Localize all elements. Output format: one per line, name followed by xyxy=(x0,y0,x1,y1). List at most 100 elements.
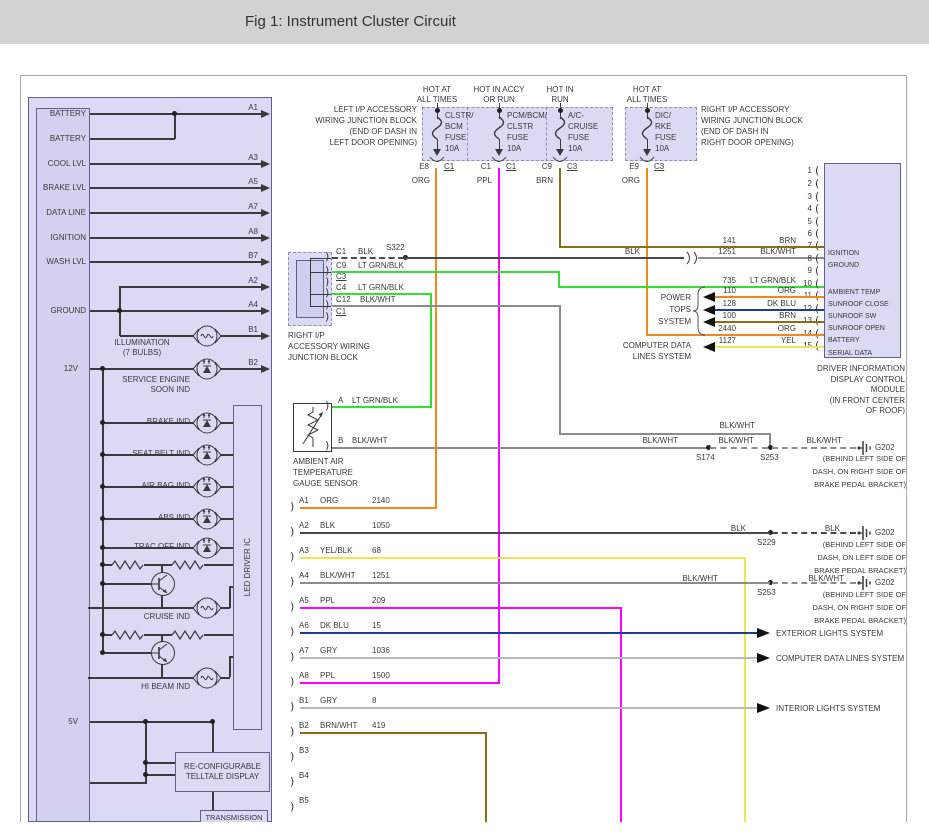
connector-arc-icon: ) xyxy=(290,551,294,562)
module-pin-label: SUNROOF SW xyxy=(828,312,876,321)
wire-color-label: DK BLU xyxy=(744,299,796,309)
connector-arc-icon: ( xyxy=(815,265,819,276)
fuse-icon xyxy=(641,117,653,139)
ground-id: G202 xyxy=(875,578,895,588)
wire-color-label: BRN xyxy=(518,176,553,186)
connector-arc-icon xyxy=(491,156,507,165)
pin-id: B2 xyxy=(234,358,258,368)
pin-arrow xyxy=(261,209,270,217)
led-driver-label: LED DRIVER IC xyxy=(243,538,252,596)
circuit-number: 1036 xyxy=(372,646,390,656)
wire-segment xyxy=(220,335,262,337)
wire-segment xyxy=(204,634,233,636)
fuse-pin: C3 xyxy=(654,162,674,172)
module-pin-number: 6 xyxy=(798,229,812,239)
wire-green xyxy=(332,293,432,295)
wire-color-label: ORG xyxy=(744,286,796,296)
wire-brnwht xyxy=(485,732,487,822)
thermistor-icon xyxy=(300,405,326,449)
fuse-arrow xyxy=(495,149,503,156)
wire-yel xyxy=(715,346,824,348)
pin-id: B1 xyxy=(234,325,258,335)
module-pin-label: BATTERY xyxy=(828,336,860,345)
module-pin-number: 3 xyxy=(798,192,812,202)
pin-arrow xyxy=(261,307,270,315)
pin-id: A2 xyxy=(299,521,309,531)
splice-label: S174 xyxy=(696,453,715,463)
resistor-icon xyxy=(171,630,205,640)
module-pin-label: AMBIENT TEMP xyxy=(828,288,880,297)
transmission-box: TRANSMISSION xyxy=(200,810,268,822)
sensor-pin: A xyxy=(338,396,343,406)
wire-color-label: BLK/WHT xyxy=(320,571,356,581)
ses-ind-label: SERVICE ENGINE SOON IND xyxy=(100,375,190,395)
wire-color-label: ORG xyxy=(605,176,640,186)
pin-id: A3 xyxy=(299,546,309,556)
junction-dot xyxy=(117,308,122,313)
junction-dot xyxy=(210,719,215,724)
hot-label: HOT AT ALL TIMES xyxy=(607,85,687,105)
wire-green xyxy=(430,293,432,408)
wire-segment xyxy=(144,564,172,566)
cluster-label: DATA LINE xyxy=(38,208,86,218)
junction-pin-wire: BLK xyxy=(358,247,373,257)
wire-org xyxy=(300,507,437,509)
circuit-number: 68 xyxy=(372,546,381,556)
pin-arrow xyxy=(261,258,270,266)
pin-id: A8 xyxy=(234,227,258,237)
wire-segment xyxy=(90,212,262,214)
wire-segment xyxy=(220,368,262,370)
wire-color-label: YEL xyxy=(744,336,796,346)
splice-label: S322 xyxy=(386,243,405,253)
wire-blkwht xyxy=(300,582,770,584)
fuse-pin: E9 xyxy=(619,162,639,172)
wire-blkwht xyxy=(332,447,710,449)
junction-dot xyxy=(100,650,105,655)
connector-arc-icon: ( xyxy=(815,203,819,214)
mid-junction-block-label: RIGHT I/P ACCESSORY WIRING JUNCTION BLOC… xyxy=(288,330,370,363)
circuit-number: 2140 xyxy=(372,496,390,506)
wire-segment xyxy=(90,310,262,312)
connector-arc-icon: ) xyxy=(290,501,294,512)
connector-arc-icon: ) xyxy=(290,701,294,712)
connector-arc-icon: ) xyxy=(290,576,294,587)
wire-color-label: BRN xyxy=(744,311,796,321)
cluster-label: IGNITION xyxy=(38,233,86,243)
wire-yel xyxy=(744,557,746,822)
connector-arc-icon: ) xyxy=(290,776,294,787)
connector-arc-icon: ) xyxy=(290,626,294,637)
hi-beam-ind-label: HI BEAM IND xyxy=(100,682,190,692)
fuse-icon xyxy=(554,117,566,139)
wire-segment xyxy=(90,721,214,723)
right-junction-block-label: RIGHT I/P ACCESSORY WIRING JUNCTION BLOC… xyxy=(701,104,816,148)
pin-id: B2 xyxy=(299,721,309,731)
fuse-arrow xyxy=(433,149,441,156)
junction-pin-wire: LT GRN/BLK xyxy=(358,261,404,271)
fuse-icon xyxy=(493,117,505,139)
connector-arc-icon: ( xyxy=(815,216,819,227)
wire-color-label: BLK/WHT xyxy=(796,436,842,446)
telltale-box: RE-CONFIGURABLE TELLTALE DISPLAY xyxy=(175,752,270,792)
ground-note: (BEHIND LEFT SIDE OF DASH, ON RIGHT SIDE… xyxy=(750,588,906,627)
connector-arc-icon: ) xyxy=(290,676,294,687)
junction-pin: C1 xyxy=(336,247,346,257)
connector-arc-icon xyxy=(639,156,655,165)
wire-blk xyxy=(300,532,770,534)
wire-color-label: LT GRN/BLK xyxy=(734,276,796,286)
fuse-name: DIC/ RKE FUSE 10A xyxy=(655,110,676,154)
computer-data-lines-upper-label: COMPUTER DATA LINES SYSTEM xyxy=(589,340,691,362)
transistor-icon xyxy=(150,571,176,597)
wire-segment xyxy=(145,774,175,776)
fuse-icon xyxy=(431,117,443,139)
junction-pin: C3 xyxy=(336,272,346,282)
junction-dot xyxy=(558,108,563,113)
wire-color-label: PPL xyxy=(320,596,335,606)
cruise-ind-label: CRUISE IND xyxy=(100,612,190,622)
bulb-icon xyxy=(192,595,222,621)
led-icon xyxy=(192,474,222,500)
pin-id: A3 xyxy=(234,153,258,163)
junction-pin: C12 xyxy=(336,295,351,305)
wire-segment xyxy=(310,258,311,307)
wire-segment xyxy=(229,656,231,677)
pin-id: A1 xyxy=(234,103,258,113)
